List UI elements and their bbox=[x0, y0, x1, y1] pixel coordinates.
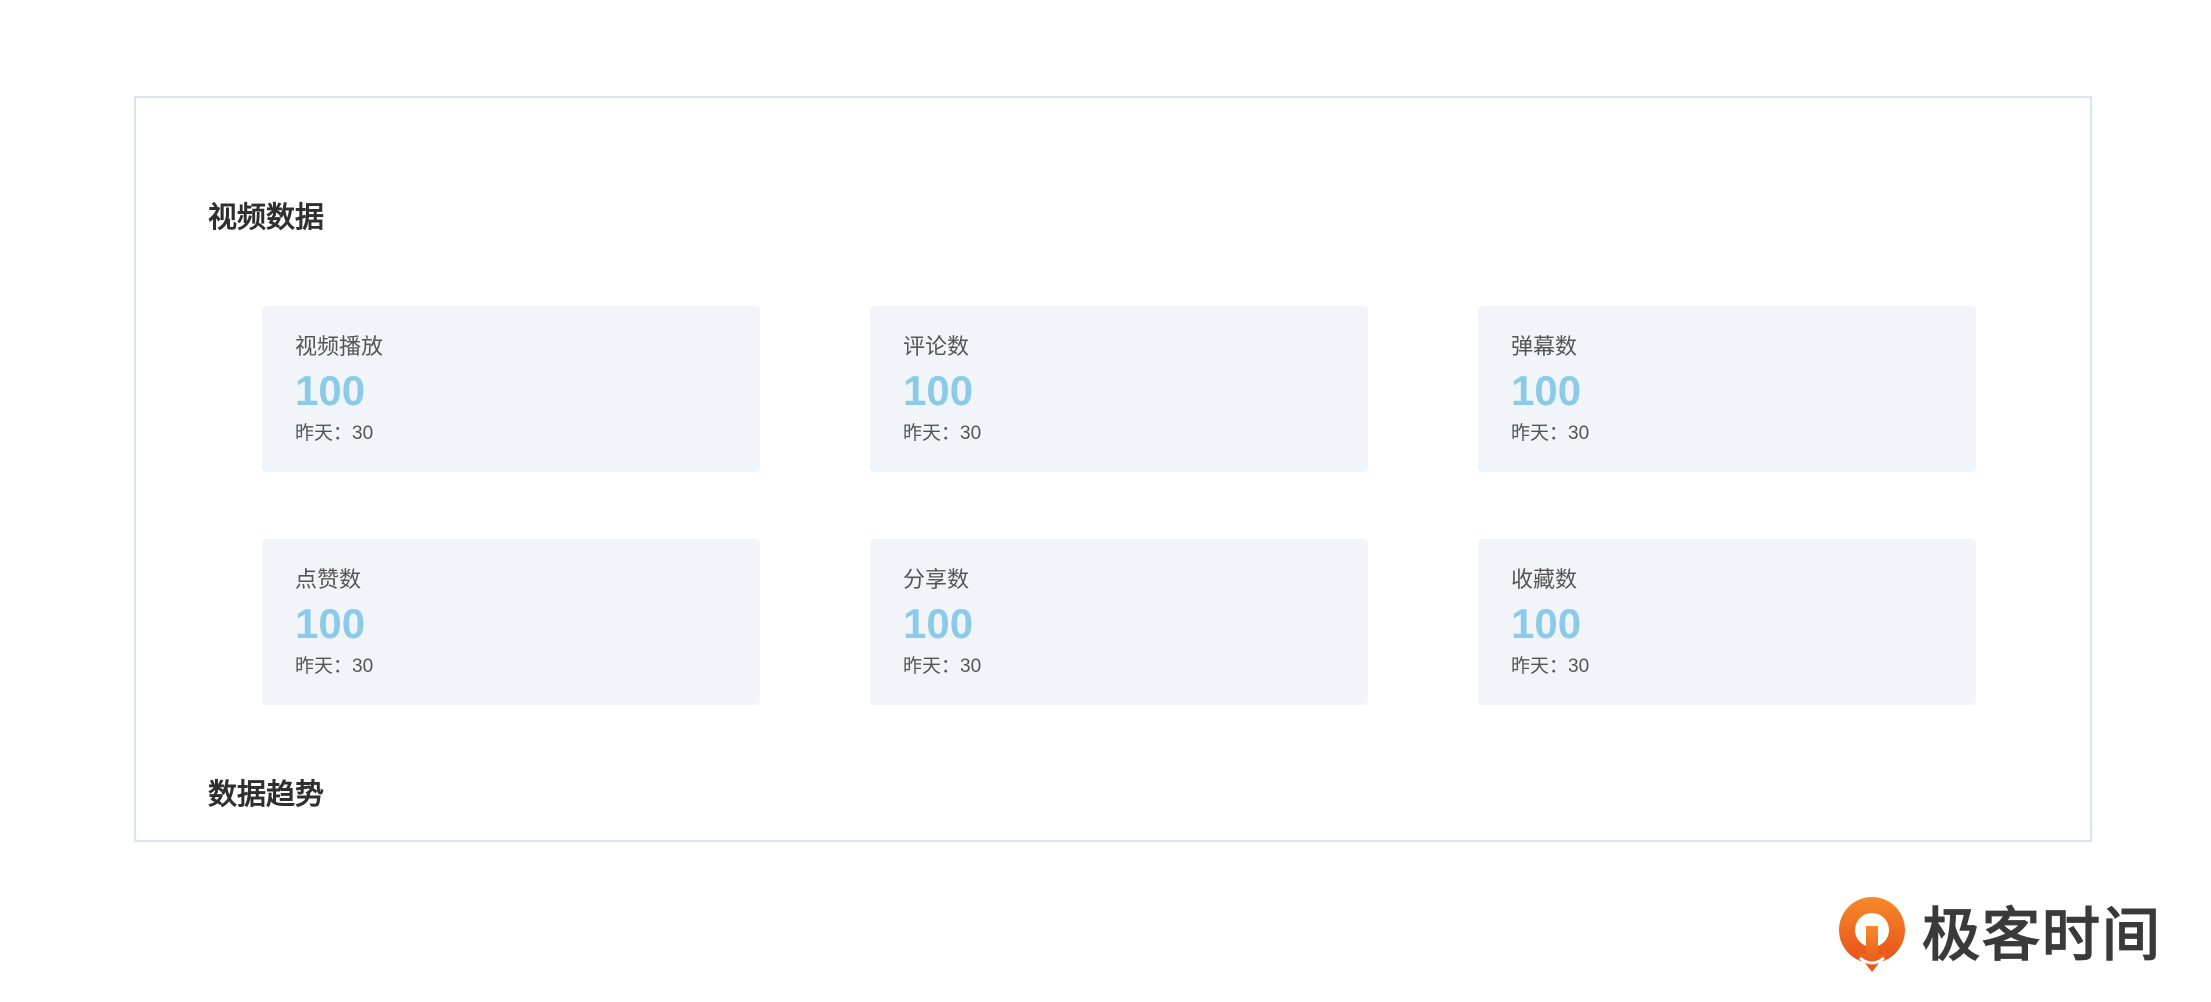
brand-watermark: 极客时间 bbox=[1836, 896, 2162, 976]
stat-card-yesterday: 昨天：30 bbox=[295, 656, 374, 677]
stat-card-yesterday: 昨天：30 bbox=[1511, 423, 1590, 444]
stat-card-video-plays: 视频播放 100 昨天：30 bbox=[262, 306, 760, 472]
stat-card-value: 100 bbox=[903, 367, 974, 414]
stat-card-label: 视频播放 bbox=[295, 334, 384, 359]
stat-card-value: 100 bbox=[295, 367, 366, 414]
stat-card-label: 分享数 bbox=[903, 567, 970, 592]
brand-name: 极客时间 bbox=[1922, 903, 2163, 968]
stat-card-value: 100 bbox=[295, 600, 366, 647]
stat-card-yesterday: 昨天：30 bbox=[1511, 656, 1590, 677]
stat-card-yesterday: 昨天：30 bbox=[295, 423, 374, 444]
stat-card-label: 评论数 bbox=[903, 334, 970, 359]
stat-card-danmaku: 弹幕数 100 昨天：30 bbox=[1478, 306, 1976, 472]
stat-card-value: 100 bbox=[1511, 367, 1582, 414]
video-data-title: 视频数据 bbox=[208, 202, 325, 234]
stat-card-favorites: 收藏数 100 昨天：30 bbox=[1478, 539, 1976, 705]
stat-card-label: 收藏数 bbox=[1511, 567, 1578, 592]
data-trend-title: 数据趋势 bbox=[208, 779, 325, 811]
stat-card-comments: 评论数 100 昨天：30 bbox=[870, 306, 1368, 472]
geektime-logo-icon bbox=[1839, 897, 1905, 972]
stat-card-value: 100 bbox=[903, 600, 974, 647]
stat-card-value: 100 bbox=[1511, 600, 1582, 647]
video-data-panel: 视频数据 视频播放 100 昨天：30 评论数 100 昨天：30 弹幕数 10… bbox=[134, 96, 2092, 842]
stat-card-label: 点赞数 bbox=[295, 567, 362, 592]
stat-card-yesterday: 昨天：30 bbox=[903, 423, 982, 444]
stat-card-yesterday: 昨天：30 bbox=[903, 656, 982, 677]
stat-card-likes: 点赞数 100 昨天：30 bbox=[262, 539, 760, 705]
stat-card-shares: 分享数 100 昨天：30 bbox=[870, 539, 1368, 705]
stat-card-label: 弹幕数 bbox=[1511, 334, 1578, 359]
